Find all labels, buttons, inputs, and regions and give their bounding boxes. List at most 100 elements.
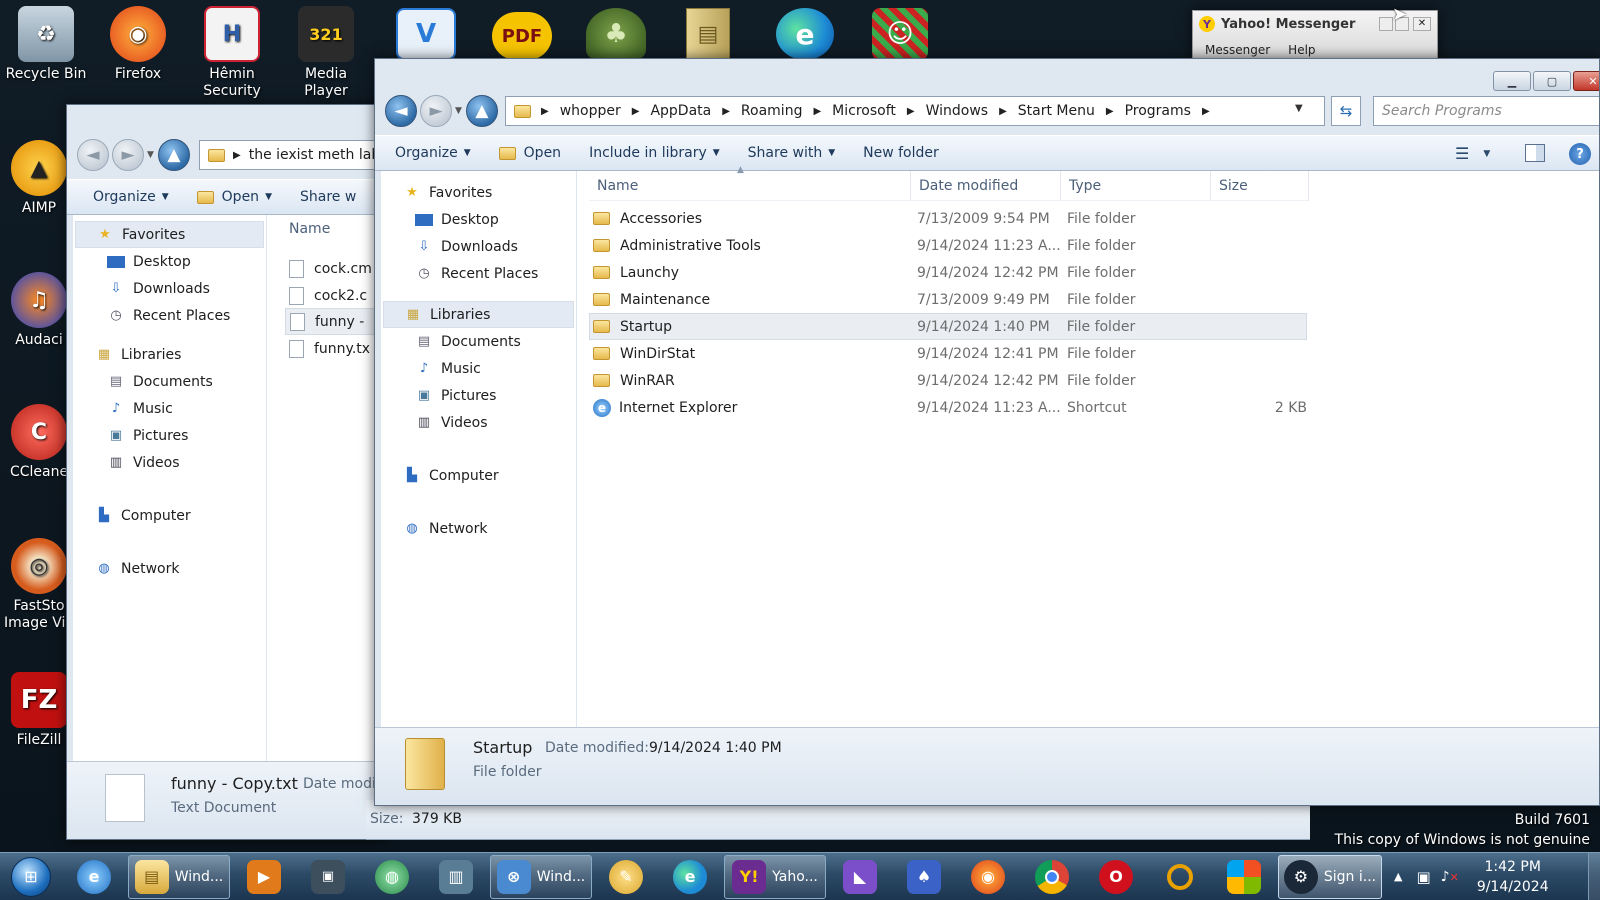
breadcrumb-separator-icon[interactable]: ▶ [999,106,1007,117]
back-back-button[interactable]: ◄ [77,139,109,171]
back-nav-computer[interactable]: ▙ Computer [75,502,264,529]
taskbar-edge[interactable]: e [660,855,720,899]
search-input[interactable]: Search Programs ⌕ [1373,96,1599,126]
share-with-button[interactable]: Share with ▼ [734,145,849,161]
back-nav-music[interactable]: ♪ Music [75,395,264,422]
nav-desktop[interactable]: Desktop [383,206,574,233]
back-file-row[interactable]: funny - [285,308,385,335]
tray-volume-muted-icon[interactable]: ♪✕ [1441,869,1459,885]
desktop-icon-ccleaner[interactable]: C CCleane [4,404,74,481]
nav-network[interactable]: ◍ Network [383,515,574,542]
start-button[interactable]: ⊞ [0,854,62,900]
back-nav-recent-places[interactable]: ◷ Recent Places [75,302,264,329]
back-breadcrumb-item[interactable]: the iexist meth lab [249,147,381,163]
minimize-button[interactable]: ▁ [1493,71,1531,91]
back-nav-videos[interactable]: ▥ Videos [75,449,264,476]
column-size[interactable]: Size [1211,170,1309,201]
desktop-icon-aimp[interactable]: ▲ AIMP [4,140,74,217]
clock[interactable]: 1:42 PM 9/14/2024 [1477,857,1549,897]
taskbar-paint[interactable]: ✎ [596,855,656,899]
nav-pictures[interactable]: ▣ Pictures [383,382,574,409]
nav-favorites[interactable]: ★ Favorites [383,179,574,206]
desktop-icon-recycle-bin[interactable]: ♻ Recycle Bin [4,6,88,83]
nav-documents[interactable]: ▤ Documents [383,328,574,355]
maximize-button[interactable]: ▢ [1533,71,1571,91]
taskbar-network[interactable]: ⊗ Wind... [490,854,592,899]
desktop-icon-audacity[interactable]: ♫ Audaci [4,272,74,349]
back-organize-button[interactable]: Organize ▼ [67,189,183,205]
help-button[interactable]: ? [1569,143,1591,165]
tray-network-icon[interactable]: ▣ [1416,868,1430,886]
back-nav-network[interactable]: ◍ Network [75,555,264,582]
back-open-button[interactable]: Open ▼ [183,189,286,205]
explorer-window-main[interactable]: ▁ ▢ ✕ ◄ ► ▼ ▲ ▶ whopper ▶ AppData ▶ Roam… [374,58,1600,806]
taskbar-yahoo[interactable]: Y! Yaho... [724,854,826,899]
yahoo-close-button[interactable]: ✕ [1413,17,1431,31]
include-in-library-button[interactable]: Include in library ▼ [575,145,734,161]
breadcrumb-item[interactable]: Microsoft [832,103,896,119]
back-nav-favorites[interactable]: ★ Favorites [75,221,264,248]
nav-recent-places[interactable]: ◷ Recent Places [383,260,574,287]
desktop-icon-hemin[interactable]: H Hêmin Security 2705 [190,6,274,100]
breadcrumb-separator-icon[interactable]: ▶ [1106,106,1114,117]
back-button[interactable]: ◄ [385,95,417,127]
taskbar-window[interactable]: ▥ [426,855,486,899]
explorer-window-back[interactable]: ◄ ► ▼ ▲ ▶ the iexist meth lab Organize ▼ … [66,104,386,840]
table-row[interactable]: Launchy 9/14/2024 12:42 PM File folder [589,259,1307,286]
desktop-icon-tree[interactable]: ♣ [586,8,646,60]
taskbar-windows-flag[interactable] [1214,855,1274,899]
back-file-row[interactable]: funny.tx [289,335,385,362]
taskbar-flame[interactable]: ♠ [894,855,954,899]
address-bar[interactable]: ▶ whopper ▶ AppData ▶ Roaming ▶ Microsof… [505,96,1325,126]
taskbar-globe[interactable]: ◍ [362,855,422,899]
table-row-selected[interactable]: Startup 9/14/2024 1:40 PM File folder [589,313,1307,340]
back-nav-pictures[interactable]: ▣ Pictures [75,422,264,449]
breadcrumb-separator-icon[interactable]: ▶ [722,106,730,117]
chevron-down-icon[interactable]: ▼ [147,150,154,160]
breadcrumb-item[interactable]: Roaming [741,103,803,119]
table-row[interactable]: e Internet Explorer 9/14/2024 11:23 A... … [589,394,1307,421]
taskbar-opera[interactable]: O [1086,855,1146,899]
new-folder-button[interactable]: New folder [849,145,953,161]
back-column-name[interactable]: Name [289,221,330,237]
taskbar-firefox[interactable]: ◉ [958,855,1018,899]
up-button[interactable]: ▲ [465,95,498,127]
desktop-icon-folder-zip[interactable]: ▤ [686,8,730,60]
back-up-button[interactable]: ▲ [157,139,190,171]
back-nav-libraries[interactable]: ▦ Libraries [75,341,264,368]
taskbar-steam[interactable]: ⚙ Sign i... [1278,854,1382,899]
desktop-icon-alien[interactable]: ☺ [872,8,928,60]
breadcrumb-item[interactable]: Windows [926,103,989,119]
close-button[interactable]: ✕ [1573,71,1599,91]
view-options-button[interactable]: ☰ ▼ [1455,144,1490,163]
back-forward-button[interactable]: ► [112,139,144,171]
taskbar-media[interactable]: ▶ [234,855,294,899]
table-row[interactable]: Accessories 7/13/2009 9:54 PM File folde… [589,205,1307,232]
table-row[interactable]: WinDirStat 9/14/2024 12:41 PM File folde… [589,340,1307,367]
nav-music[interactable]: ♪ Music [383,355,574,382]
desktop-icon-filezilla[interactable]: FZ FileZill [4,672,74,749]
desktop-icon-media-player[interactable]: 321 Media Player Classic [284,6,368,100]
preview-pane-button[interactable] [1525,144,1545,162]
nav-downloads[interactable]: ⇩ Downloads [383,233,574,260]
taskbar-explorer[interactable]: ▤ Wind... [128,854,230,899]
yahoo-menu-help[interactable]: Help [1288,43,1315,57]
breadcrumb-separator-icon[interactable]: ▶ [907,106,915,117]
back-address-bar[interactable]: ▶ the iexist meth lab [199,140,385,170]
desktop-icon-pdf[interactable]: PDF [492,12,552,60]
desktop-icon-firefox[interactable]: ◉ Firefox [96,6,180,83]
desktop-icon-edge[interactable]: e [776,8,834,60]
breadcrumb-separator-icon[interactable]: ▶ [632,106,640,117]
breadcrumb-separator-icon[interactable]: ▶ [813,106,821,117]
breadcrumb-item[interactable]: Programs [1125,103,1191,119]
breadcrumb-item[interactable]: Start Menu [1018,103,1095,119]
organize-button[interactable]: Organize ▼ [375,145,485,161]
yahoo-minimize-button[interactable] [1379,17,1393,31]
column-name[interactable]: Name [589,170,911,201]
table-row[interactable]: Administrative Tools 9/14/2024 11:23 A..… [589,232,1307,259]
back-file-row[interactable]: cock2.c [289,282,385,309]
breadcrumb-separator-icon[interactable]: ▶ [1202,106,1210,117]
nav-videos[interactable]: ▥ Videos [383,409,574,436]
open-button[interactable]: Open [485,145,575,161]
address-dropdown-button[interactable]: ▼ [1295,103,1303,114]
